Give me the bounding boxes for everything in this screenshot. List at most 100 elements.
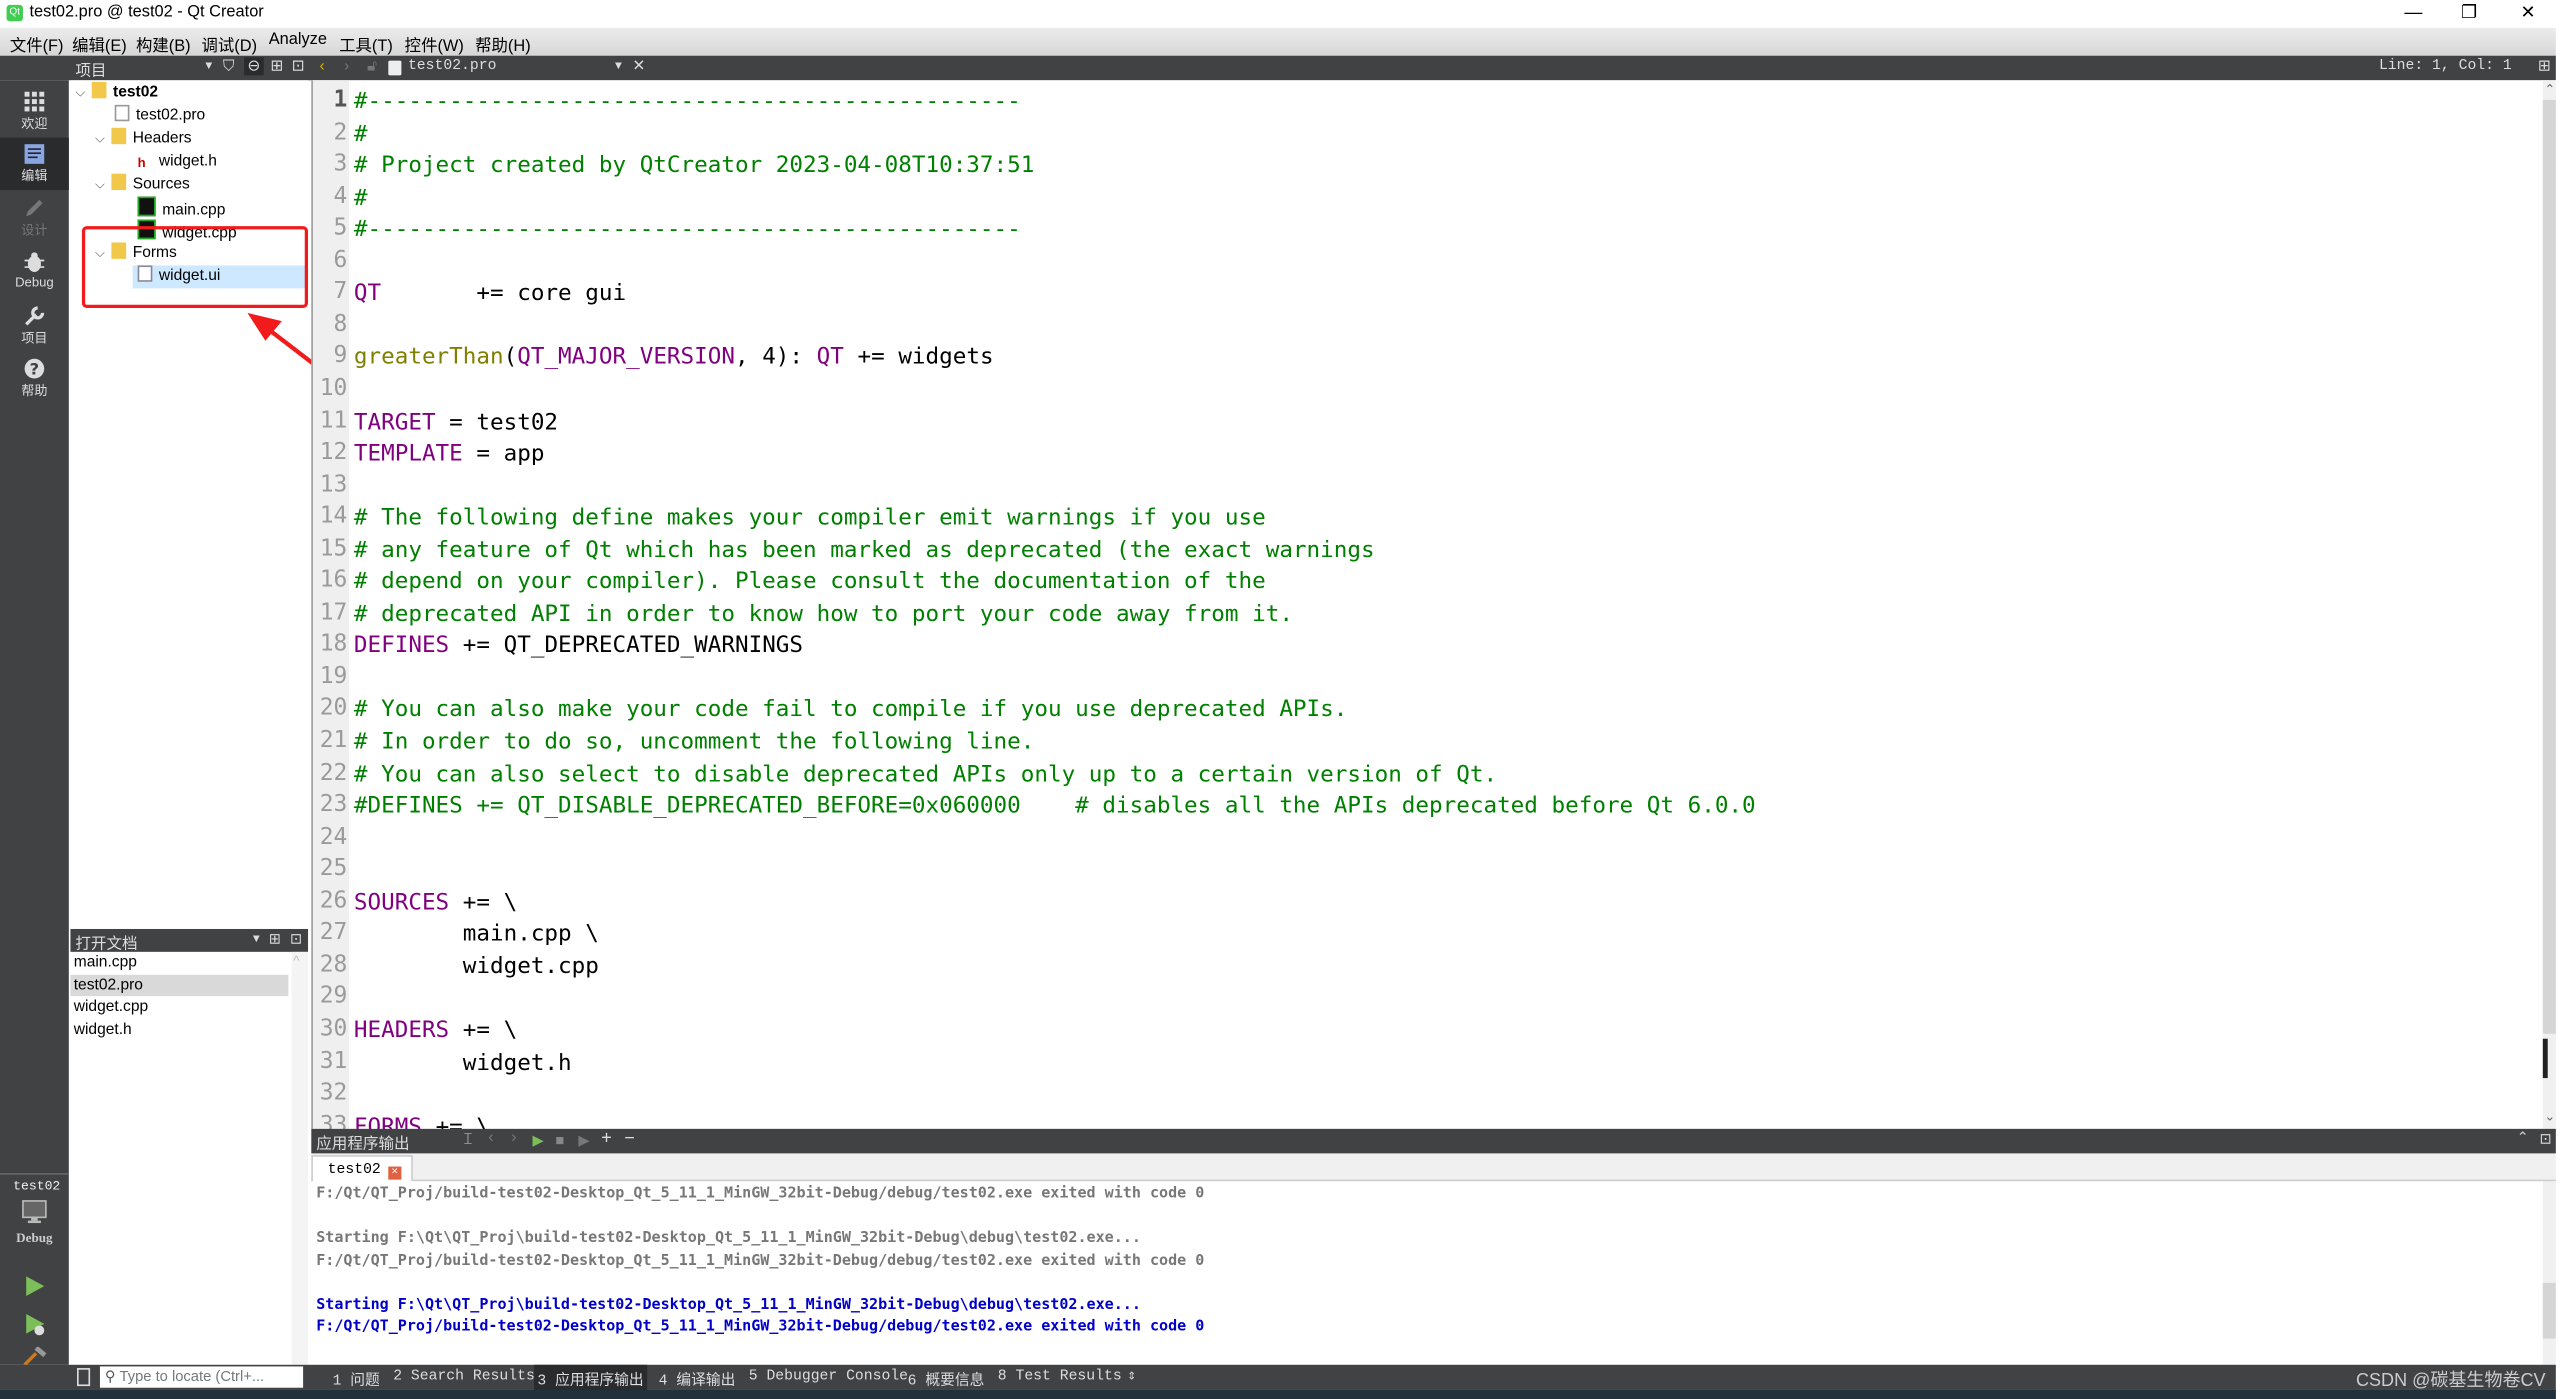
- code-line: widget.h: [353, 1049, 572, 1076]
- qt-creator-window: Qt test02.pro @ test02 - Qt Creator — ❐ …: [0, 0, 2569, 1399]
- code-line: # any feature of Qt which has been marke…: [353, 536, 1375, 564]
- more-panes-icon[interactable]: ⇕: [1127, 1368, 1136, 1384]
- line-number: 23: [319, 791, 348, 818]
- open-documents-scrollbar[interactable]: ^: [291, 951, 309, 1365]
- code-line: #---------------------------------------…: [353, 88, 1021, 115]
- output-pane-title: 应用程序输出: [316, 1135, 410, 1154]
- scroll-down-icon[interactable]: ⌄: [2544, 1109, 2555, 1124]
- line-number: 21: [319, 727, 348, 754]
- pane-search-results[interactable]: 2 Search Results: [393, 1368, 535, 1384]
- open-documents-list: main.cpp test02.pro widget.cpp widget.h …: [70, 951, 309, 1365]
- rerun-icon[interactable]: ▶: [532, 1132, 543, 1150]
- output-line: F:/Qt/QT_Proj/build-test02-Desktop_Qt_5_…: [316, 1184, 1205, 1203]
- open-document-item[interactable]: widget.cpp: [70, 996, 308, 1018]
- line-number: 25: [319, 855, 348, 882]
- locator-input[interactable]: ⚲ Type to locate (Ctrl+...: [99, 1366, 304, 1388]
- zoom-in-icon[interactable]: +: [601, 1129, 612, 1149]
- line-number: 15: [319, 535, 348, 562]
- split-icon[interactable]: ⊞: [269, 931, 281, 949]
- open-documents-header: 打开文档 ▼ ⊞ ⊡: [70, 928, 309, 954]
- status-bar: 1 问题 2 Search Results 3 应用程序输出 4 编译输出 5 …: [0, 1364, 2556, 1393]
- next-icon[interactable]: ›: [511, 1129, 516, 1147]
- code-line: #: [353, 184, 368, 211]
- output-tab[interactable]: test02 ×: [311, 1155, 413, 1183]
- open-documents-title: 打开文档: [75, 935, 138, 954]
- code-line: # Project created by QtCreator 2023-04-0…: [353, 152, 1035, 179]
- line-number: 1: [333, 86, 348, 114]
- line-number: 8: [333, 311, 348, 338]
- output-scrollbar-thumb[interactable]: [2542, 1282, 2556, 1339]
- scrollbar-thumb[interactable]: [2542, 99, 2556, 1034]
- code-editor[interactable]: 1 2 3 4 5 6 7 8 9 10 11 12 13 14 15 16 17 18 19 20 21 22 23 24 2…: [311, 80, 2558, 1140]
- dropdown-icon[interactable]: ▼: [251, 934, 262, 945]
- line-number: 20: [319, 695, 348, 722]
- line-number: 19: [319, 663, 348, 690]
- output-text: F:/Qt/QT_Proj/build-test02-Desktop_Qt_5_…: [311, 1181, 2543, 1365]
- open-document-item[interactable]: main.cpp: [70, 952, 308, 974]
- line-number: 28: [319, 951, 348, 978]
- output-scrollbar[interactable]: [2542, 1181, 2556, 1365]
- line-number: 4: [333, 182, 348, 210]
- window-edge: [2555, 0, 2569, 1399]
- scroll-marker: [2542, 1038, 2548, 1079]
- taskbar-strip: [0, 1389, 2569, 1399]
- code-line: #---------------------------------------…: [353, 216, 1021, 243]
- maximize-pane-icon[interactable]: ⌃: [2517, 1129, 2529, 1147]
- line-number: 17: [319, 599, 348, 626]
- output-pane-header: 应用程序输出 ⌶ ‹ › ▶ ■ ▶ + − ⌃ ⊡: [311, 1128, 2556, 1154]
- code-line: # depend on your compiler). Please consu…: [353, 568, 1266, 596]
- line-number: 26: [319, 887, 348, 914]
- line-number: 29: [319, 983, 348, 1010]
- close-pane-icon[interactable]: ⊡: [290, 931, 302, 949]
- code-line: main.cpp \: [353, 921, 599, 948]
- line-number: 31: [319, 1047, 348, 1074]
- line-number: 30: [319, 1015, 348, 1042]
- pane-issues[interactable]: 1 问题: [333, 1368, 380, 1389]
- code-line: greaterThan(QT_MAJOR_VERSION, 4): QT += …: [353, 344, 994, 371]
- editor-vertical-scrollbar[interactable]: ⌃ ⌄: [2542, 80, 2556, 1129]
- line-number: 13: [319, 471, 348, 498]
- output-tab-label: test02: [327, 1161, 381, 1179]
- locator-placeholder: Type to locate (Ctrl+...: [119, 1368, 265, 1385]
- line-number: 7: [333, 279, 348, 306]
- pane-compile-output[interactable]: 4 编译输出: [659, 1368, 736, 1389]
- output-line: F:/Qt/QT_Proj/build-test02-Desktop_Qt_5_…: [316, 1317, 1205, 1336]
- code-line: widget.cpp: [353, 953, 599, 980]
- pane-general-messages[interactable]: 6 概要信息: [908, 1368, 985, 1389]
- close-tab-icon[interactable]: ×: [388, 1166, 402, 1180]
- pane-debugger-console[interactable]: 5 Debugger Console: [749, 1368, 908, 1384]
- prev-icon[interactable]: ‹: [488, 1129, 493, 1147]
- code-line: SOURCES += \: [353, 889, 518, 916]
- zoom-out-icon[interactable]: −: [624, 1129, 635, 1149]
- attach-debugger-icon[interactable]: ▶: [578, 1132, 589, 1150]
- stop-icon[interactable]: ■: [555, 1132, 564, 1148]
- pane-test-results[interactable]: 8 Test Results: [998, 1368, 1122, 1384]
- output-tabs: test02 ×: [311, 1153, 2556, 1183]
- toggle-sidebar-icon[interactable]: [77, 1368, 91, 1387]
- line-number: 3: [333, 150, 348, 178]
- line-number: 14: [319, 503, 348, 530]
- line-number: 6: [333, 246, 348, 274]
- scroll-up-icon[interactable]: ⌃: [2544, 82, 2555, 97]
- code-line: #DEFINES += QT_DISABLE_DEPRECATED_BEFORE…: [353, 793, 1756, 820]
- open-document-item[interactable]: widget.h: [70, 1018, 308, 1040]
- code-line: DEFINES += QT_DEPRECATED_WARNINGS: [353, 632, 804, 660]
- line-number: 5: [333, 214, 348, 242]
- code-line: QT += core gui: [353, 280, 627, 307]
- open-document-item-selected[interactable]: test02.pro: [70, 974, 289, 997]
- line-number: 16: [319, 567, 348, 594]
- line-number-gutter: 1 2 3 4 5 6 7 8 9 10 11 12 13 14 15 16 17 18 19 20 21 22 23 24 2…: [312, 80, 349, 1138]
- line-number: 2: [333, 118, 348, 146]
- code-line: HEADERS += \: [353, 1017, 518, 1044]
- clean-output-icon[interactable]: ⌶: [464, 1130, 473, 1148]
- line-number: 22: [319, 759, 348, 786]
- code-line: # You can also select to disable depreca…: [353, 761, 1498, 788]
- line-number: 32: [319, 1079, 348, 1106]
- code-line: #: [353, 120, 368, 147]
- code-line: TEMPLATE = app: [353, 440, 545, 468]
- line-number: 24: [319, 823, 348, 850]
- line-number: 27: [319, 919, 348, 946]
- output-line: Starting F:\Qt\QT_Proj\build-test02-Desk…: [316, 1228, 1141, 1247]
- close-output-icon[interactable]: ⊡: [2540, 1130, 2552, 1148]
- line-number: 9: [333, 343, 348, 370]
